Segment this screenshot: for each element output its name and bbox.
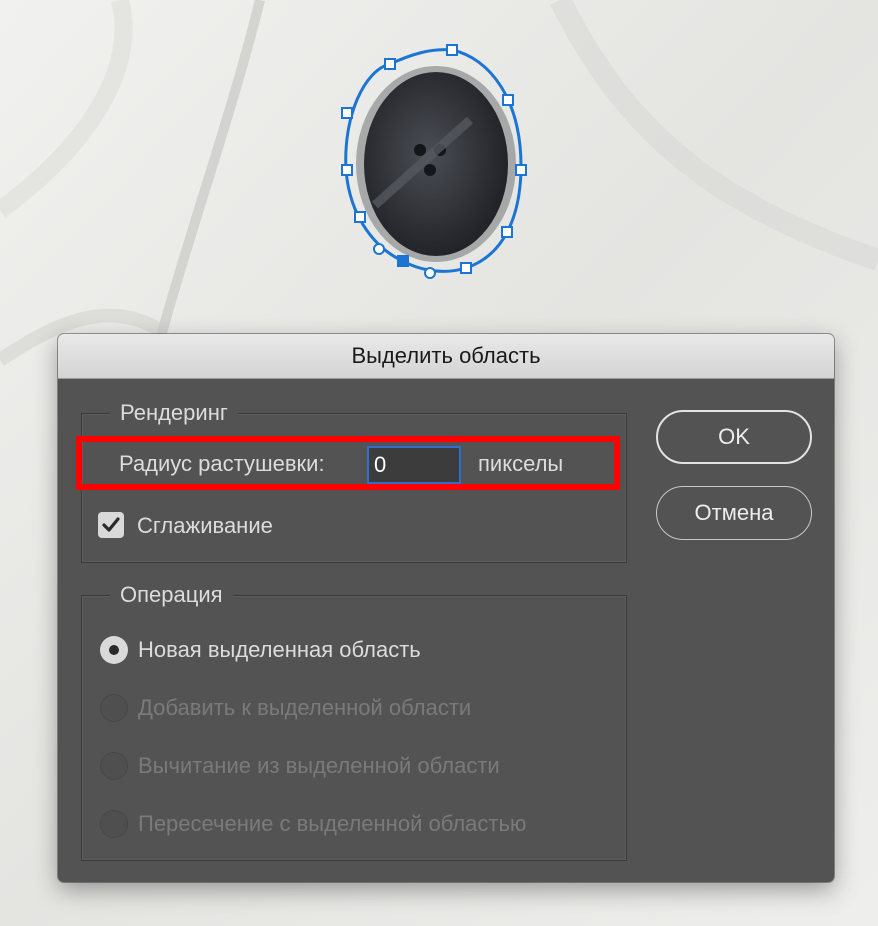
feather-units-label: пикселы [478,451,564,476]
shirt-button [356,66,516,262]
operation-legend: Операция [110,582,233,608]
rendering-legend: Рендеринг [110,400,238,426]
radio-add-selection[interactable] [100,694,128,722]
radio-add-selection-label: Добавить к выделенной области [138,695,472,720]
radio-new-selection[interactable] [100,636,128,664]
antialias-label: Сглаживание [137,513,273,538]
radio-new-selection-label: Новая выделенная область [138,637,421,662]
feather-radius-label: Радиус растушевки: [119,451,325,476]
radio-subtract-selection-label: Вычитание из выделенной области [138,753,500,778]
antialias-checkbox[interactable] [98,512,124,538]
dialog-title: Выделить область [58,334,834,379]
radio-subtract-selection[interactable] [100,752,128,780]
radio-intersect-selection[interactable] [100,810,128,838]
feather-radius-input[interactable] [367,446,461,484]
checkmark-icon [102,517,120,532]
ok-button[interactable]: OK [656,410,812,464]
select-area-dialog: Выделить область Рендеринг Радиус растуш… [58,334,834,882]
cancel-button[interactable]: Отмена [656,486,812,540]
radio-intersect-selection-label: Пересечение с выделенной областью [138,811,527,836]
